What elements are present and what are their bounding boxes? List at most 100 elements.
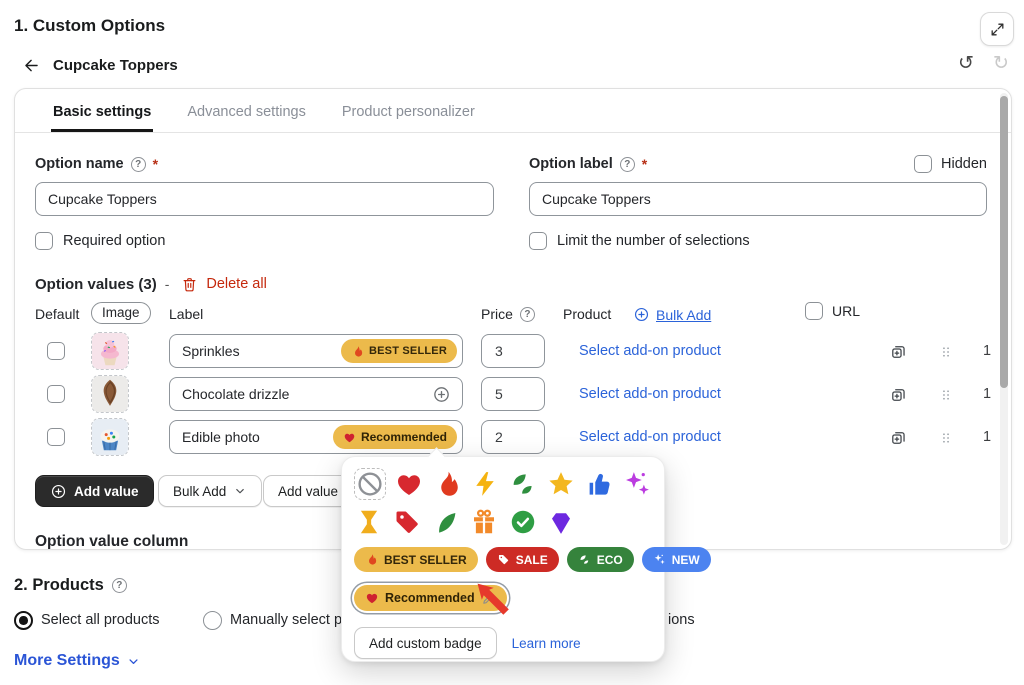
- badge-pill-recommended[interactable]: Recommended: [354, 585, 507, 611]
- select-addon-product-link[interactable]: Select add-on product: [579, 343, 721, 359]
- bulk-add-button[interactable]: Bulk Add: [158, 475, 262, 507]
- drag-handle[interactable]: [939, 429, 953, 447]
- duplicate-icon[interactable]: [889, 342, 908, 361]
- sparkles-icon[interactable]: [622, 469, 652, 499]
- undo-icon[interactable]: ↺: [958, 52, 974, 74]
- bolt-icon[interactable]: [470, 469, 500, 499]
- row-badge-best-seller[interactable]: BEST SELLER: [341, 339, 457, 363]
- manually-select-label: Manually select p: [230, 612, 342, 628]
- required-option-checkbox[interactable]: [35, 232, 53, 250]
- delete-all-link[interactable]: Delete all: [206, 276, 266, 292]
- value-label-text: Chocolate drizzle: [182, 386, 432, 402]
- flame-icon: [365, 553, 378, 566]
- tag-icon: [497, 553, 510, 566]
- price-input[interactable]: [481, 420, 545, 454]
- badge-pill-sale[interactable]: SALE: [486, 547, 559, 572]
- select-addon-product-link[interactable]: Select add-on product: [579, 386, 721, 402]
- required-asterisk: *: [153, 156, 158, 172]
- add-value-button[interactable]: Add value: [35, 475, 154, 507]
- help-icon[interactable]: ?: [520, 307, 535, 322]
- star-icon[interactable]: [546, 469, 576, 499]
- learn-more-link[interactable]: Learn more: [512, 636, 581, 651]
- option-name-label: Option name: [35, 156, 124, 172]
- more-settings-link[interactable]: More Settings: [14, 652, 141, 670]
- duplicate-icon[interactable]: [889, 428, 908, 447]
- option-name-column: Option name ? * Required option: [35, 155, 494, 250]
- gift-icon[interactable]: [469, 507, 499, 537]
- products-heading: 2. Products: [14, 576, 104, 595]
- badge-pill-new[interactable]: NEW: [642, 547, 711, 572]
- add-badge-icon[interactable]: [432, 385, 451, 404]
- select-all-products-radio[interactable]: [14, 611, 33, 630]
- hidden-checkbox[interactable]: [914, 155, 932, 173]
- redo-icon[interactable]: ↻: [993, 52, 1009, 74]
- price-input[interactable]: [481, 377, 545, 411]
- heart-icon[interactable]: [394, 469, 424, 499]
- value-label-input[interactable]: Chocolate drizzle: [169, 377, 463, 411]
- url-checkbox[interactable]: [805, 302, 823, 320]
- row-default-checkbox[interactable]: [47, 342, 65, 360]
- flame-icon[interactable]: [432, 469, 462, 499]
- option-name-input[interactable]: [35, 182, 494, 216]
- expand-button[interactable]: [980, 12, 1014, 46]
- price-input[interactable]: [481, 334, 545, 368]
- value-label-text: Edible photo: [182, 429, 333, 445]
- row-badge-recommended[interactable]: Recommended: [333, 425, 457, 449]
- tab-product-personalizer[interactable]: Product personalizer: [340, 89, 477, 132]
- add-custom-badge-button[interactable]: Add custom badge: [354, 627, 497, 659]
- value-label-input[interactable]: Sprinkles BEST SELLER: [169, 334, 463, 368]
- hourglass-icon[interactable]: [354, 507, 384, 537]
- limit-selections-checkbox[interactable]: [529, 232, 547, 250]
- app-page: 1. Custom Options Cupcake Toppers ↺ ↻ Ba…: [0, 0, 1024, 685]
- tag-icon[interactable]: [392, 507, 422, 537]
- tab-advanced-settings[interactable]: Advanced settings: [185, 89, 308, 132]
- select-addon-product-link[interactable]: Select add-on product: [579, 429, 721, 445]
- option-value-row: Edible photo Recommended Select add-on p…: [35, 416, 985, 459]
- tab-bar: Basic settings Advanced settings Product…: [15, 89, 1011, 133]
- leaves-icon[interactable]: [508, 469, 538, 499]
- option-value-row: Sprinkles BEST SELLER Select add-on prod…: [35, 330, 985, 373]
- duplicate-icon[interactable]: [889, 385, 908, 404]
- gem-icon[interactable]: [546, 507, 576, 537]
- drag-handle[interactable]: [939, 343, 953, 361]
- option-image-thumbnail[interactable]: [91, 375, 129, 413]
- popup-footer: Add custom badge Learn more: [354, 627, 652, 659]
- option-value-row: Chocolate drizzle Select add-on product …: [35, 373, 985, 416]
- option-label-input[interactable]: [529, 182, 987, 216]
- pencil-icon[interactable]: [481, 591, 496, 606]
- help-icon[interactable]: ?: [112, 578, 127, 593]
- select-all-products-label: Select all products: [41, 612, 159, 628]
- bulk-add-link[interactable]: Bulk Add: [656, 307, 711, 323]
- badge-pill-eco[interactable]: ECO: [567, 547, 634, 572]
- sparkles-icon: [653, 553, 666, 566]
- help-icon[interactable]: ?: [620, 157, 635, 172]
- back-arrow-icon[interactable]: [22, 56, 41, 75]
- badge-pill-best-seller[interactable]: BEST SELLER: [354, 547, 478, 572]
- column-image-chip[interactable]: Image: [91, 302, 151, 324]
- manually-select-radio[interactable]: [203, 611, 222, 630]
- leaf-icon[interactable]: [431, 507, 461, 537]
- flame-icon: [351, 345, 364, 358]
- column-product: Product: [563, 306, 611, 322]
- required-option-label: Required option: [63, 233, 165, 249]
- tab-basic-settings[interactable]: Basic settings: [51, 89, 153, 132]
- no-badge-icon[interactable]: [354, 468, 386, 500]
- check-circle-icon[interactable]: [508, 507, 538, 537]
- plus-circle-icon[interactable]: [633, 306, 650, 323]
- scrollbar-thumb[interactable]: [1000, 96, 1008, 388]
- badge-icon-row-2: [354, 507, 652, 537]
- option-image-thumbnail[interactable]: [91, 418, 129, 456]
- help-icon[interactable]: ?: [131, 157, 146, 172]
- value-label-text: Sprinkles: [182, 343, 341, 359]
- dash: -: [165, 276, 170, 292]
- option-image-thumbnail[interactable]: [91, 332, 129, 370]
- thumbs-up-icon[interactable]: [584, 469, 614, 499]
- card-scrollbar: [1000, 93, 1008, 545]
- row-default-checkbox[interactable]: [47, 385, 65, 403]
- row-count: 1: [983, 343, 991, 359]
- row-default-checkbox[interactable]: [47, 428, 65, 446]
- drag-handle[interactable]: [939, 386, 953, 404]
- trash-icon[interactable]: [181, 276, 198, 293]
- value-label-input[interactable]: Edible photo Recommended: [169, 420, 463, 454]
- hidden-label: Hidden: [941, 156, 987, 172]
